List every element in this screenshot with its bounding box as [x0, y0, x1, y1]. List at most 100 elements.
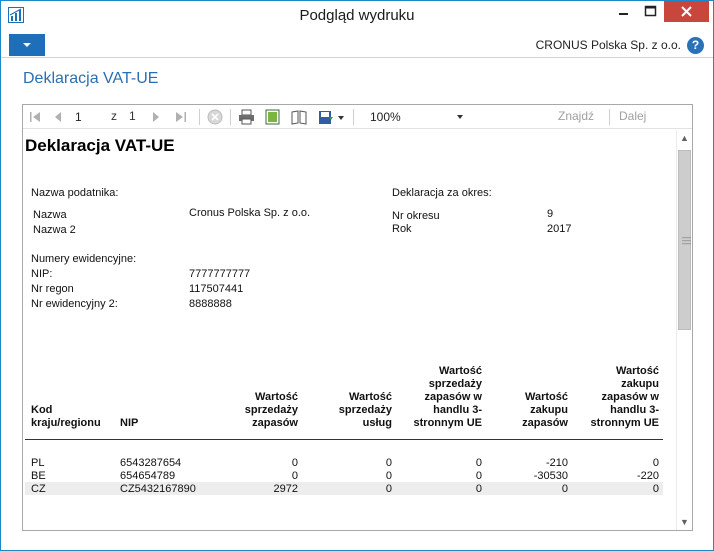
year-value: 2017 — [547, 223, 572, 235]
column-header: Kod kraju/regionu — [31, 404, 101, 430]
stop-icon[interactable] — [207, 109, 223, 125]
column-header: NIP — [120, 417, 138, 430]
report-toolbar: 1 z 1 100% Znajdź Dalej — [23, 105, 692, 129]
table-cell: 0 — [385, 470, 392, 482]
column-header-line: zapasów w — [601, 391, 659, 403]
column-header-line: Wartość — [439, 365, 482, 377]
column-header: Wartość sprzedaży usług — [339, 391, 392, 430]
column-header-line: sprzedaży — [338, 404, 392, 416]
registration-heading: Numery ewidencyjne: — [31, 253, 137, 265]
next-page-icon[interactable] — [151, 109, 161, 125]
scroll-down-icon[interactable]: ▼ — [677, 514, 692, 530]
column-header-line: NIP — [120, 417, 139, 429]
column-header-line: sprzedaży — [244, 404, 298, 416]
page-of-label: z — [111, 109, 117, 123]
column-header-line: Wartość — [349, 391, 392, 403]
column-header-line: Wartość — [616, 365, 659, 377]
column-header-line: kraju/regionu — [31, 417, 101, 429]
window-title: Podgląd wydruku — [299, 7, 415, 24]
minimize-button[interactable] — [609, 1, 637, 22]
actions-dropdown-button[interactable] — [9, 34, 45, 56]
period-heading: Deklaracja za okres: — [392, 187, 492, 199]
table-cell: CZ — [31, 483, 46, 495]
zoom-select[interactable]: 100% — [366, 108, 466, 126]
chevron-down-icon — [457, 115, 463, 119]
find-next-button[interactable]: Dalej — [619, 109, 646, 125]
column-header: Wartość sprzedaży zapasów w handlu 3- stronn… — [414, 365, 482, 430]
page-setup-icon[interactable] — [291, 109, 307, 125]
page-title: Deklaracja VAT-UE — [23, 70, 159, 87]
table-cell: 0 — [475, 470, 482, 482]
minimize-icon — [619, 13, 628, 15]
period-no-value: 9 — [547, 208, 554, 220]
find-button[interactable]: Znajdź — [558, 109, 594, 125]
name-label: Nazwa — [33, 209, 67, 221]
close-button[interactable] — [664, 1, 709, 22]
close-icon — [681, 6, 692, 17]
taxpayer-heading: Nazwa podatnika: — [31, 187, 119, 199]
current-page-input[interactable]: 1 — [75, 108, 97, 126]
table-cell: 0 — [291, 470, 298, 482]
scroll-thumb[interactable]: — — — — [678, 150, 691, 330]
column-header-line: stronnym UE — [590, 417, 659, 429]
column-header-line: handlu 3- — [433, 404, 482, 416]
first-page-icon[interactable] — [29, 109, 41, 125]
column-header-line: stronnym UE — [413, 417, 482, 429]
print-layout-icon[interactable] — [265, 109, 280, 125]
table-cell: 0 — [385, 457, 392, 469]
total-pages-label: 1 — [129, 109, 136, 123]
column-header-line: zapasów — [522, 417, 568, 429]
table-cell: 0 — [291, 457, 298, 469]
export-icon[interactable] — [318, 109, 334, 125]
column-header-line: sprzedaży — [428, 378, 482, 390]
column-header: Wartość zakupu zapasów — [522, 391, 568, 430]
table-cell: -30530 — [533, 470, 568, 482]
table-cell: 2972 — [273, 483, 298, 495]
chevron-down-icon — [23, 43, 31, 47]
year-label: Rok — [392, 223, 412, 235]
vertical-scrollbar[interactable]: ▲ — — — ▼ — [676, 130, 692, 530]
column-header-line: handlu 3- — [610, 404, 659, 416]
header-divider — [25, 439, 663, 440]
print-icon[interactable] — [238, 109, 255, 125]
column-header-line: usług — [362, 417, 392, 429]
reg2-value: 8888888 — [189, 298, 232, 310]
report-viewer: 1 z 1 100% Znajdź Dalej Deklaracja VAT-U… — [22, 104, 693, 531]
toolbar-separator — [353, 109, 354, 125]
grip-icon: — — — — [682, 232, 691, 248]
table-cell: -210 — [545, 457, 568, 469]
column-header-line: zakupu — [530, 404, 568, 416]
table-cell: 0 — [475, 483, 482, 495]
last-page-icon[interactable] — [175, 109, 187, 125]
print-preview-window: Podgląd wydruku CRONUS Polska Sp. z o.o.… — [0, 0, 714, 551]
zoom-value: 100% — [370, 110, 401, 124]
company-name: CRONUS Polska Sp. z o.o. — [535, 38, 681, 52]
table-cell: BE — [31, 470, 46, 482]
column-header-line: zapasów — [252, 417, 298, 429]
report-page: Deklaracja VAT-UE Nazwa podatnika: Nazwa… — [23, 130, 676, 530]
name-value: Cronus Polska Sp. z o.o. — [189, 207, 311, 219]
report-title: Deklaracja VAT-UE — [25, 136, 175, 155]
toolbar-separator — [609, 109, 610, 125]
nip-label: NIP: — [31, 268, 53, 280]
table-cell: PL — [31, 457, 45, 469]
column-header-line: Wartość — [255, 391, 298, 403]
table-cell: -220 — [636, 470, 659, 482]
column-header-line: zakupu — [621, 378, 659, 390]
column-header-line: Wartość — [525, 391, 568, 403]
table-cell: CZ5432167890 — [120, 483, 196, 495]
table-cell: 0 — [475, 457, 482, 469]
regon-label: Nr regon — [31, 283, 74, 295]
reg2-label: Nr ewidencyjny 2: — [31, 298, 118, 310]
previous-page-icon[interactable] — [53, 109, 63, 125]
maximize-button[interactable] — [637, 1, 664, 22]
table-cell: 6543287654 — [120, 457, 182, 469]
table-cell: 0 — [385, 483, 392, 495]
column-header: Wartość sprzedaży zapasów — [245, 391, 298, 430]
regon-value: 117507441 — [189, 283, 244, 295]
column-header-line: Kod — [31, 404, 53, 416]
period-no-label: Nr okresu — [392, 210, 440, 222]
export-dropdown-icon[interactable] — [337, 109, 345, 125]
scroll-up-icon[interactable]: ▲ — [677, 130, 692, 146]
help-icon[interactable]: ? — [687, 37, 704, 54]
